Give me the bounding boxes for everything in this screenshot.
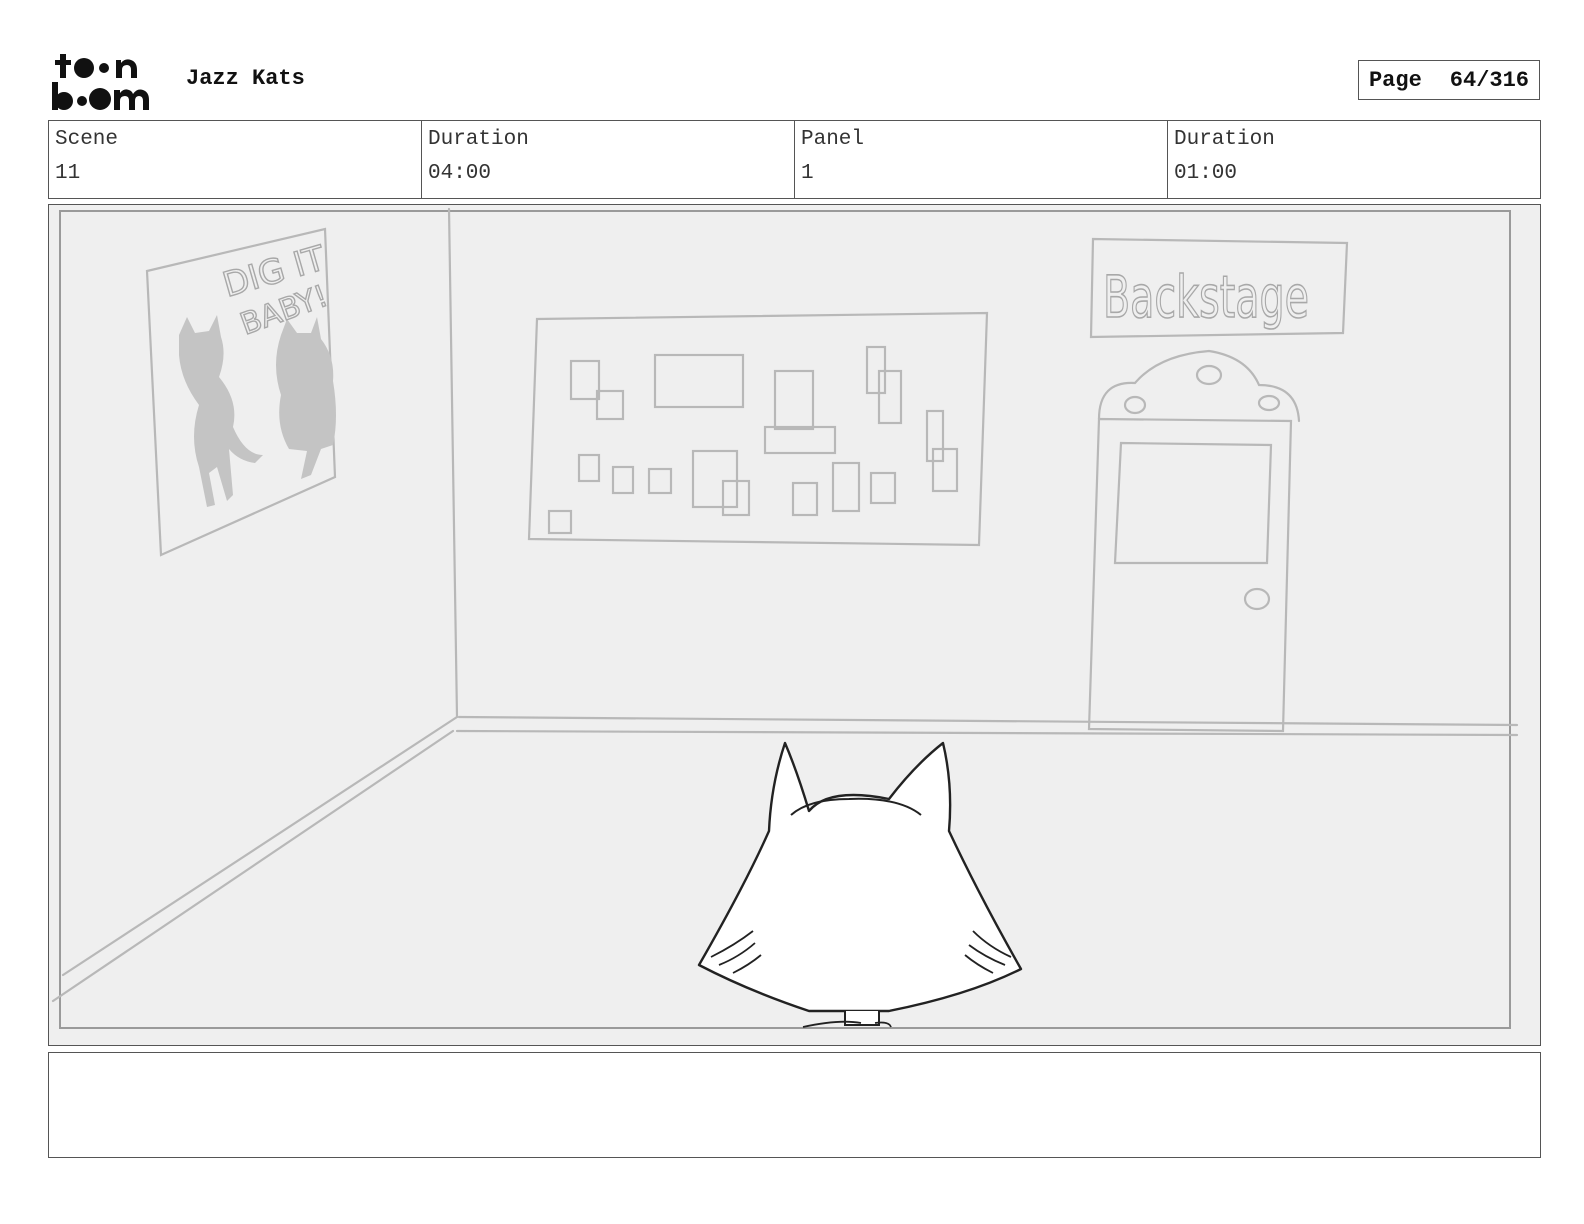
scene-duration-value: 04:00: [428, 162, 492, 185]
page-indicator: Page 64/316: [1358, 60, 1540, 100]
panel-notes-box: [48, 1052, 1541, 1158]
page-number: 64/316: [1449, 67, 1530, 93]
scene-cell: Scene 11: [49, 121, 422, 198]
scene-duration-label: Duration: [428, 128, 529, 151]
scene-label: Scene: [55, 128, 119, 151]
page-label: Page: [1368, 67, 1422, 93]
project-title: Jazz Kats: [186, 66, 305, 91]
storyboard-sketch: DIG IT BABY! Backstage: [49, 205, 1540, 1045]
panel-duration-value: 01:00: [1174, 162, 1238, 185]
panel-duration-label: Duration: [1174, 128, 1275, 151]
panel-info-table: Scene 11 Duration 04:00 Panel 1 Duration…: [48, 120, 1541, 199]
panel-value: 1: [801, 162, 814, 185]
panel-duration-cell: Duration 01:00: [1168, 121, 1540, 198]
panel-label: Panel: [801, 128, 865, 151]
scene-duration-cell: Duration 04:00: [422, 121, 795, 198]
panel-cell: Panel 1: [795, 121, 1168, 198]
scene-value: 11: [55, 162, 81, 185]
toon-boom-logo: [52, 54, 149, 110]
panel-image-frame: DIG IT BABY! Backstage: [48, 204, 1541, 1046]
backstage-sign-text: Backstage: [1103, 263, 1309, 331]
